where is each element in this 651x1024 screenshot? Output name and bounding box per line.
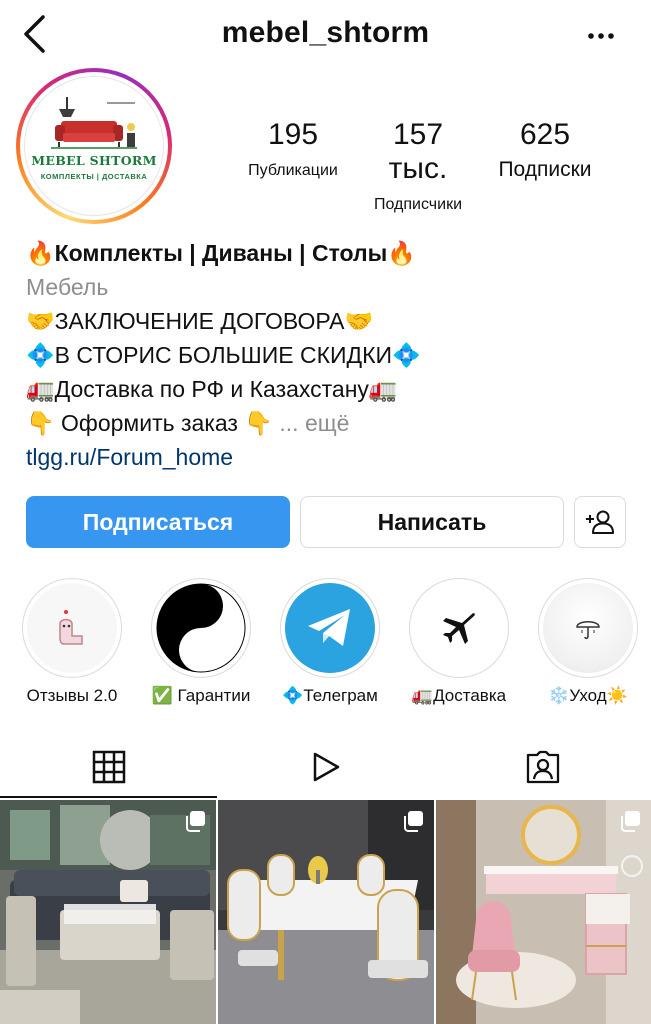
umbrella-icon — [576, 621, 600, 640]
follow-button[interactable]: Подписаться — [26, 496, 290, 548]
stat-posts-count: 195 — [267, 118, 319, 151]
message-button[interactable]: Написать — [300, 496, 564, 548]
highlight-care[interactable]: ❄️Уход☀️ — [528, 578, 648, 706]
post-thumbnail[interactable] — [0, 800, 216, 1024]
post-thumbnail[interactable] — [436, 800, 651, 1024]
stat-followers[interactable]: 157 тыс. Подписчики — [360, 118, 476, 214]
telegram-icon — [308, 609, 350, 646]
multiple-photos-icon — [404, 811, 423, 832]
profile-bio: 🔥Комплекты | Диваны | Столы🔥 Мебель 🤝ЗАК… — [26, 236, 636, 474]
highlight-delivery[interactable]: 🚛Доставка — [399, 578, 519, 706]
stat-followers-count: 157 тыс. — [388, 118, 448, 185]
more-dots-icon — [588, 33, 614, 39]
grid-icon — [92, 750, 125, 784]
highlight-telegram[interactable]: 💠Телеграм — [270, 578, 390, 706]
post-thumbnail[interactable] — [218, 800, 434, 1024]
story-highlights: Отзывы 2.0 ✅ Гарантии 💠Телеграм 🚛Доставк… — [0, 578, 651, 708]
highlight-label: 🚛Доставка — [411, 686, 507, 705]
tagged-user-icon — [526, 750, 559, 784]
yin-yang-icon — [156, 583, 246, 673]
stat-following-count: 625 — [519, 118, 571, 151]
stat-followers-label: Подписчики — [373, 196, 462, 213]
bio-more-link[interactable]: ... ещё — [279, 410, 349, 436]
highlight-guarantees[interactable]: ✅ Гарантии — [141, 578, 261, 706]
ghost-sticker-icon — [59, 610, 83, 645]
tab-tagged[interactable] — [434, 736, 651, 798]
multiple-photos-icon — [621, 811, 640, 832]
sofa-logo-icon — [51, 97, 137, 149]
bio-line: 💠В СТОРИС БОЛЬШИЕ СКИДКИ💠 — [26, 342, 421, 368]
profile-stats: 195 Публикации 157 тыс. Подписчики 625 П… — [230, 118, 630, 213]
more-options-button[interactable] — [581, 20, 621, 52]
stat-following-label: Подписки — [498, 158, 592, 181]
bio-line: 🤝ЗАКЛЮЧЕНИЕ ДОГОВОРА🤝 — [26, 308, 374, 334]
stat-following[interactable]: 625 Подписки — [486, 118, 604, 182]
logo-name: MEBEL SHTORM — [31, 153, 157, 168]
post-image — [0, 800, 216, 1024]
top-bar: mebel_shtorm — [0, 0, 651, 70]
posts-grid — [0, 800, 651, 1024]
bio-name: 🔥Комплекты | Диваны | Столы🔥 — [26, 240, 416, 266]
bio-line: 👇 Оформить заказ 👇 — [26, 410, 274, 436]
multiple-photos-icon — [186, 811, 205, 832]
add-user-icon — [586, 510, 614, 534]
highlight-label: ✅ Гарантии — [151, 686, 251, 705]
highlight-reviews[interactable]: Отзывы 2.0 — [12, 578, 132, 706]
highlight-label: ❄️Уход☀️ — [548, 686, 628, 705]
bio-line: 🚛Доставка по РФ и Казахстану🚛 — [26, 376, 398, 402]
logo-subtitle: КОМПЛЕКТЫ | ДОСТАВКА — [40, 172, 148, 181]
highlight-label: 💠Телеграм — [282, 686, 378, 705]
stat-posts-label: Публикации — [248, 162, 338, 179]
avatar: MEBEL SHTORM КОМПЛЕКТЫ | ДОСТАВКА — [24, 76, 164, 216]
story-ring[interactable]: MEBEL SHTORM КОМПЛЕКТЫ | ДОСТАВКА — [16, 68, 172, 224]
post-image — [218, 800, 434, 1024]
stat-posts[interactable]: 195 Публикации — [236, 118, 350, 180]
bio-website-link[interactable]: tlgg.ru/Forum_home — [26, 440, 636, 474]
post-image — [436, 800, 651, 1024]
profile-actions: Подписаться Написать — [26, 496, 626, 548]
bio-category: Мебель — [26, 274, 109, 300]
highlight-label: Отзывы 2.0 — [26, 686, 118, 705]
airplane-icon — [443, 613, 475, 644]
suggest-users-button[interactable] — [574, 496, 626, 548]
reels-play-icon — [313, 752, 339, 782]
tab-posts-grid[interactable] — [0, 736, 217, 798]
tab-reels[interactable] — [217, 736, 434, 798]
profile-username: mebel_shtorm — [221, 16, 430, 49]
profile-tabs — [0, 736, 651, 798]
bio-line-last: 👇 Оформить заказ 👇 ... ещё — [26, 406, 636, 440]
